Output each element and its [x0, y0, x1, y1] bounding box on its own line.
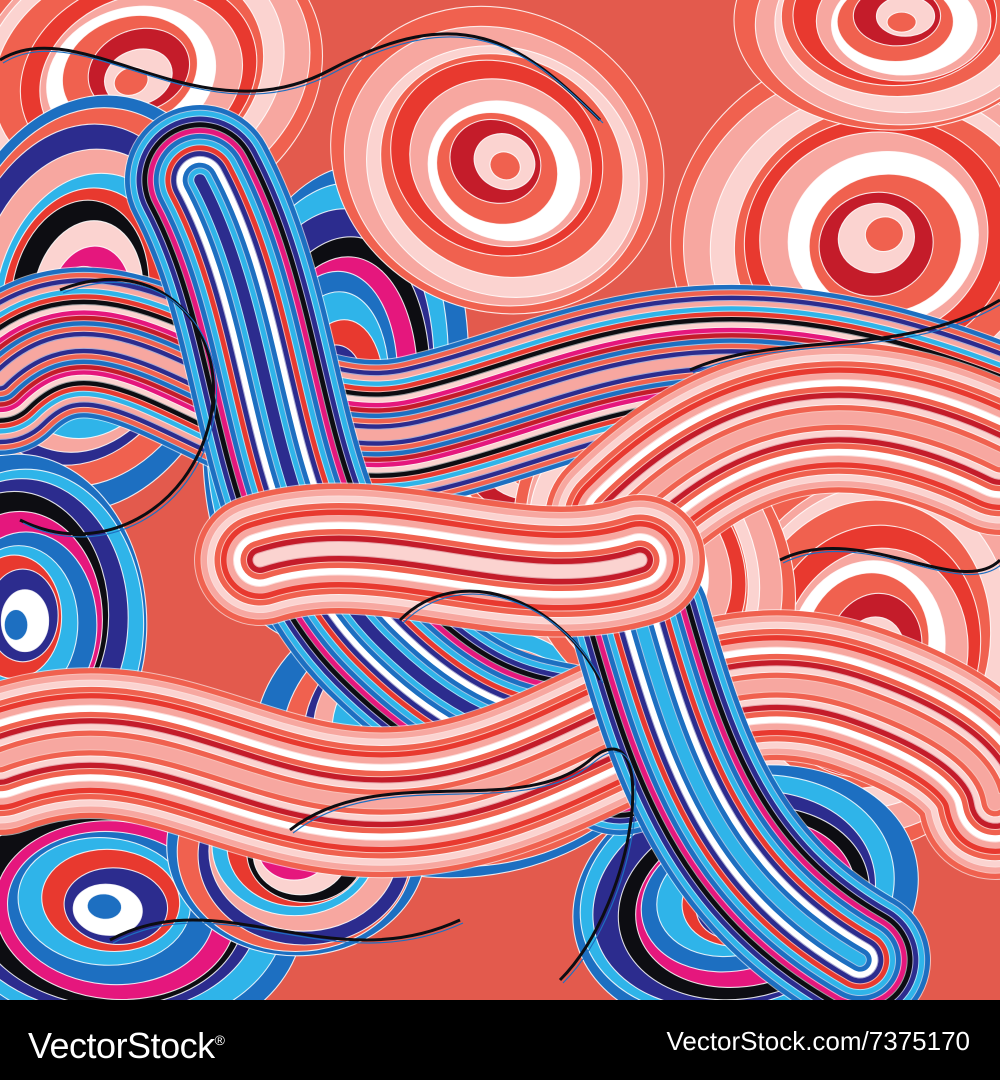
watermark-footer-bar: VectorStock® VectorStock.com/7375170 — [0, 1000, 1000, 1080]
abstract-pattern-artwork — [0, 0, 1000, 1000]
footer-image-id: VectorStock.com/7375170 — [666, 1026, 970, 1056]
registered-mark: ® — [214, 1032, 225, 1048]
ribbon-6 — [194, 482, 706, 638]
brand-name: VectorStock — [28, 1025, 215, 1066]
footer-brand-logo: VectorStock® — [28, 1018, 225, 1068]
